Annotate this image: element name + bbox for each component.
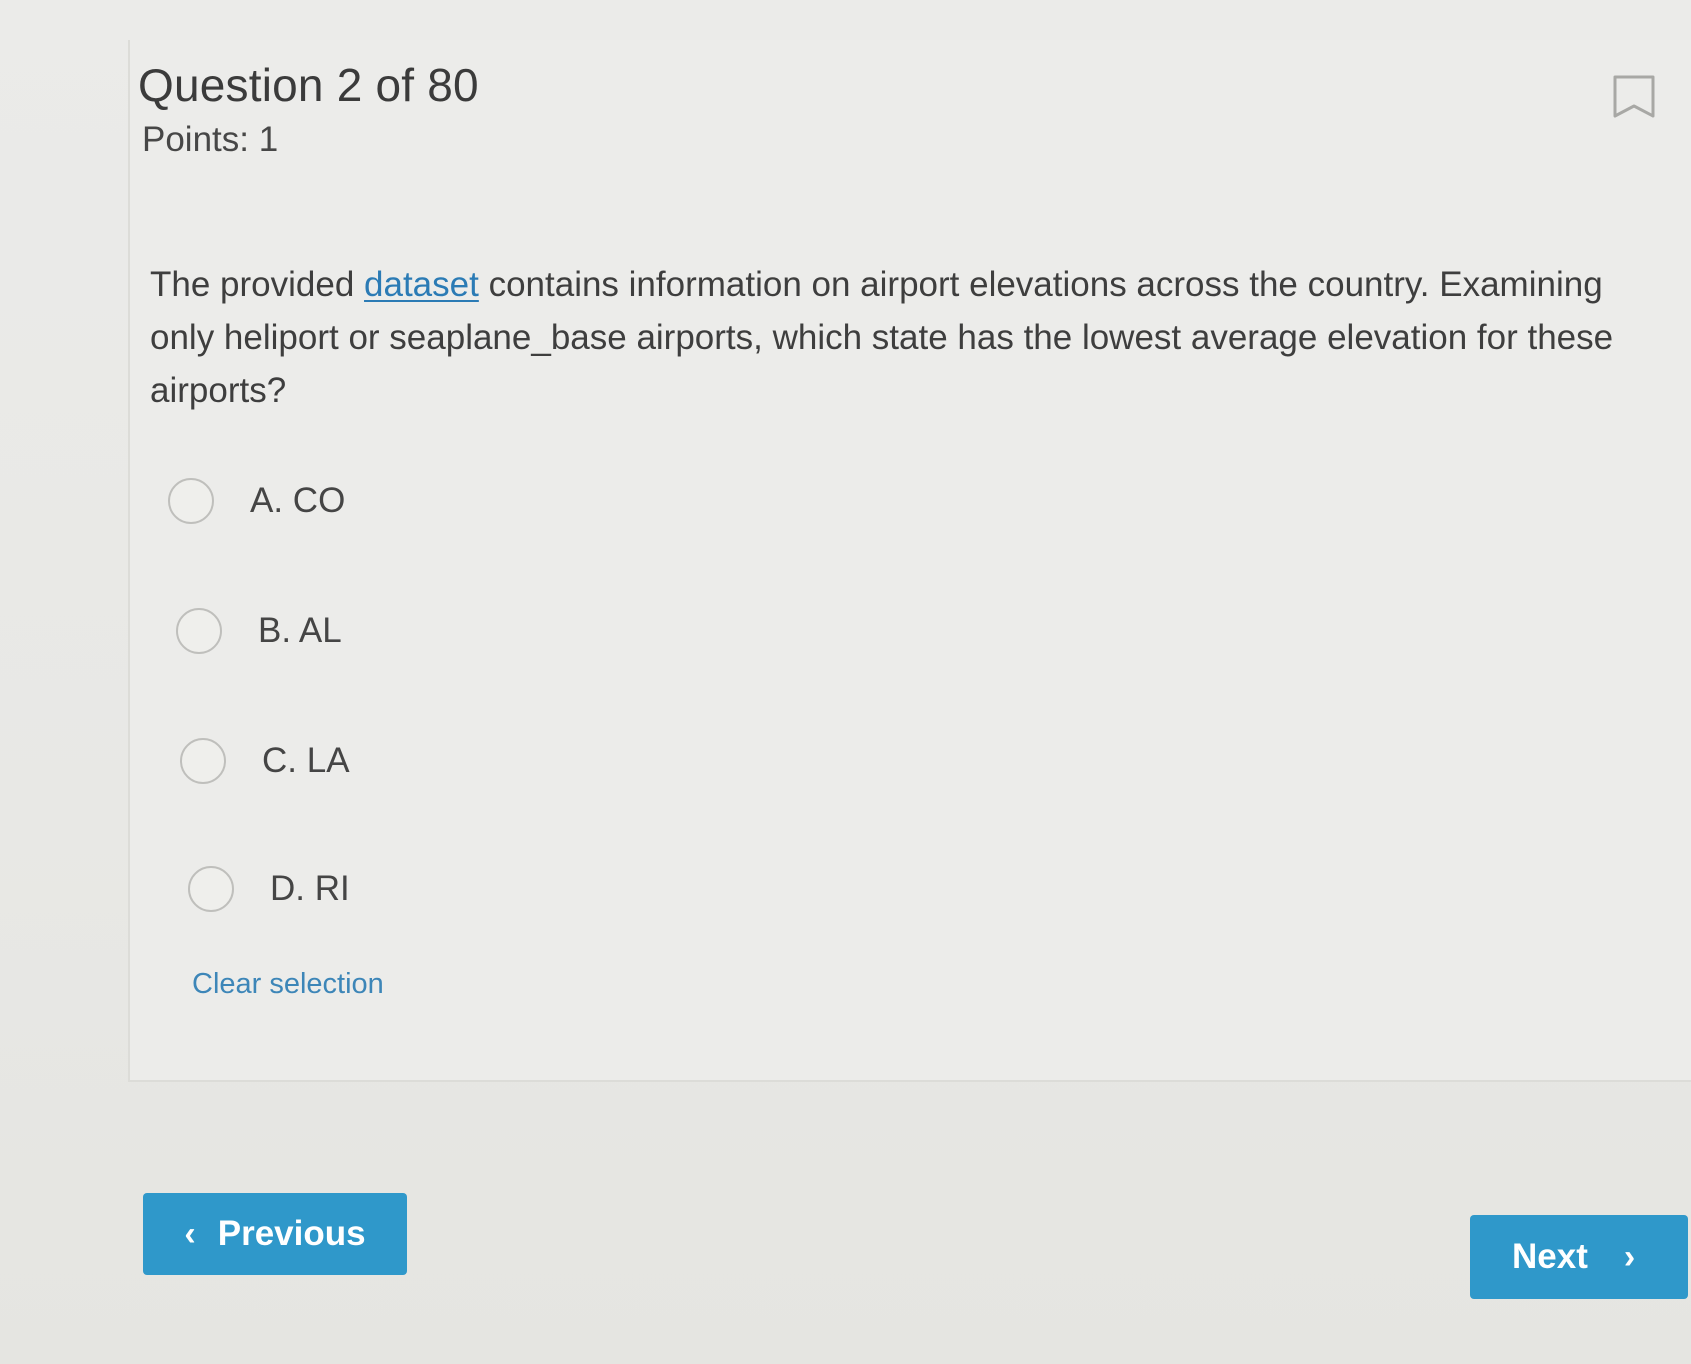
question-title: Question 2 of 80 xyxy=(138,59,479,111)
previous-button-label: Previous xyxy=(217,1214,366,1253)
option-a[interactable]: A. CO xyxy=(168,478,345,524)
option-a-label: A. CO xyxy=(250,481,346,520)
option-c-label: C. LA xyxy=(262,741,350,780)
previous-button[interactable]: ‹ Previous xyxy=(143,1193,407,1275)
radio-c[interactable] xyxy=(180,738,226,784)
radio-d[interactable] xyxy=(188,866,234,912)
option-d-label: D. RI xyxy=(270,869,350,908)
chevron-right-icon: › xyxy=(1623,1237,1636,1276)
question-text-before: The provided xyxy=(150,265,365,304)
next-button[interactable]: Next › xyxy=(1470,1215,1688,1299)
question-text: The provided dataset contains informatio… xyxy=(150,258,1660,417)
option-c[interactable]: C. LA xyxy=(180,738,350,784)
question-card xyxy=(128,40,1691,1082)
radio-a[interactable] xyxy=(168,478,214,524)
option-d[interactable]: D. RI xyxy=(188,866,350,912)
dataset-link[interactable]: dataset xyxy=(364,265,479,304)
bookmark-icon[interactable] xyxy=(1612,74,1656,120)
chevron-left-icon: ‹ xyxy=(184,1214,196,1253)
points-label: Points: 1 xyxy=(142,120,279,159)
quiz-page: Question 2 of 80 Points: 1 The provided … xyxy=(0,0,1691,1364)
next-button-label: Next xyxy=(1512,1237,1588,1276)
option-b-label: B. AL xyxy=(258,611,342,650)
radio-b[interactable] xyxy=(176,608,222,654)
option-b[interactable]: B. AL xyxy=(176,608,342,654)
clear-selection-link[interactable]: Clear selection xyxy=(192,968,384,1001)
